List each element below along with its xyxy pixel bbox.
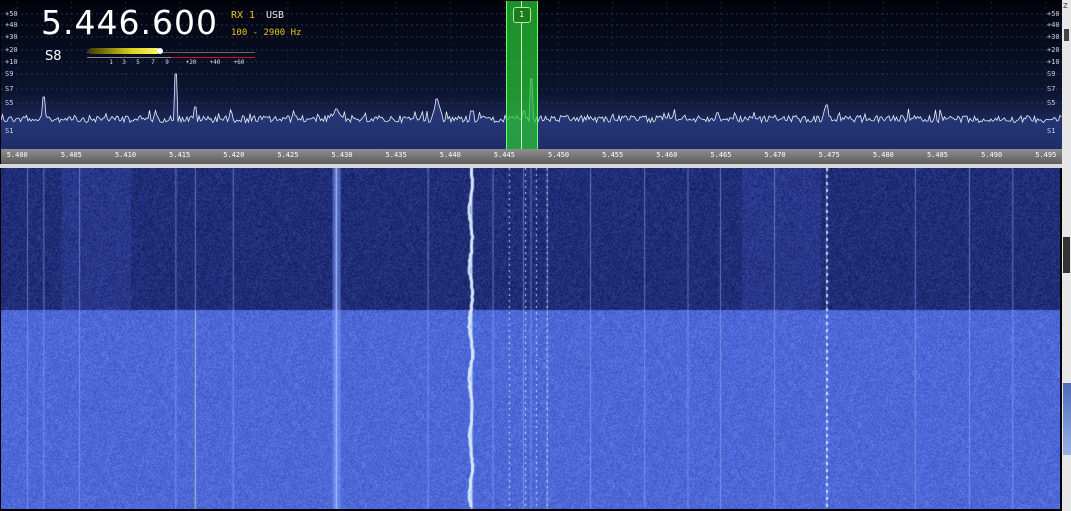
axis-tick-label: 5.405 — [60, 151, 82, 159]
level-label-left: +30 — [5, 33, 18, 41]
panadapter-spectrum[interactable]: +50 +40 +30 +20 +10 S9 S7 S5 S1 +50 +40 +30 +20 +10 S… — [1, 1, 1062, 164]
level-label-left: +10 — [5, 58, 18, 66]
level-label-right: +30 — [1047, 33, 1060, 41]
axis-tick-label: 5.400 — [6, 151, 28, 159]
level-label-left: S7 — [5, 85, 14, 93]
s-meter: 1 3 5 7 9 +20 +40 +60 — [87, 43, 257, 69]
scrollbar-grip-top[interactable] — [1064, 29, 1069, 41]
s-meter-tick-label: 1 — [109, 59, 113, 66]
axis-tick-label: 5.450 — [548, 151, 570, 159]
level-label-right: +20 — [1047, 46, 1060, 54]
bandwidth-label[interactable]: 100 - 2900 Hz — [231, 28, 301, 38]
waterfall-canvas[interactable] — [1, 168, 1060, 509]
axis-tick-label: 5.420 — [223, 151, 245, 159]
scrollbar-top-label: Z — [1063, 2, 1068, 10]
axis-tick-label: 5.455 — [602, 151, 624, 159]
rx-label[interactable]: RX 1 — [231, 10, 255, 21]
vfo-center-line — [520, 1, 522, 149]
axis-tick-label: 5.425 — [277, 151, 299, 159]
level-label-left: S9 — [5, 70, 14, 78]
vfo-passband-marker[interactable] — [505, 1, 538, 149]
s-meter-reading: S8 — [45, 49, 62, 64]
s-meter-bar — [88, 48, 160, 54]
axis-tick-label: 5.495 — [1035, 151, 1057, 159]
level-label-right: S7 — [1047, 85, 1056, 93]
axis-tick-label: 5.475 — [818, 151, 840, 159]
level-label-right: S1 — [1047, 127, 1056, 135]
axis-tick-label: 5.460 — [656, 151, 678, 159]
waterfall-display[interactable] — [1, 168, 1060, 509]
s-meter-peak-dot — [157, 48, 163, 54]
axis-tick-label: 5.415 — [169, 151, 191, 159]
level-label-right: S9 — [1047, 70, 1056, 78]
level-label-right: +50 — [1047, 10, 1060, 18]
level-label-left: +40 — [5, 21, 18, 29]
s-meter-tick-label: 7 — [151, 59, 155, 66]
level-label-left: S1 — [5, 127, 14, 135]
vfo-marker-badge[interactable]: 1 — [512, 7, 531, 23]
s-meter-scale-over-s9 — [171, 57, 255, 58]
s-meter-tick-label: +60 — [233, 59, 245, 66]
axis-tick-label: 5.480 — [872, 151, 894, 159]
s-meter-tick-label: +20 — [185, 59, 197, 66]
axis-tick-label: 5.470 — [764, 151, 786, 159]
axis-tick-label: 5.440 — [439, 151, 461, 159]
level-label-right: +40 — [1047, 21, 1060, 29]
level-label-left: S5 — [5, 99, 14, 107]
scrollbar-grip-middle[interactable] — [1063, 237, 1070, 273]
axis-tick-label: 5.430 — [331, 151, 353, 159]
s-meter-tick-label: 5 — [136, 59, 140, 66]
mode-label[interactable]: USB — [266, 10, 284, 21]
axis-tick-label: 5.410 — [114, 151, 137, 159]
scrollbar-thumb[interactable] — [1063, 383, 1071, 455]
axis-tick-label: 5.490 — [981, 151, 1003, 159]
level-label-left: +50 — [5, 10, 18, 18]
level-label-right: S5 — [1047, 99, 1056, 107]
level-label-right: +10 — [1047, 58, 1060, 66]
frequency-axis[interactable]: 5.400 5.405 5.410 5.415 5.420 5.425 5.430 5.435… — [1, 149, 1062, 164]
axis-tick-label: 5.485 — [926, 151, 949, 159]
level-label-left: +20 — [5, 46, 18, 54]
s-meter-tick-label: 3 — [122, 59, 126, 66]
s-meter-tick-label: 9 — [165, 59, 169, 66]
axis-tick-label: 5.445 — [493, 151, 515, 159]
sdr-receiver-window: +50 +40 +30 +20 +10 S9 S7 S5 S1 +50 +40 +30 +20 +10 S… — [0, 0, 1071, 511]
axis-tick-label: 5.435 — [385, 151, 407, 159]
frequency-readout[interactable]: 5.446.600 — [41, 4, 218, 42]
s-meter-tick-label: +40 — [209, 59, 221, 66]
axis-tick-label: 5.465 — [710, 151, 732, 159]
